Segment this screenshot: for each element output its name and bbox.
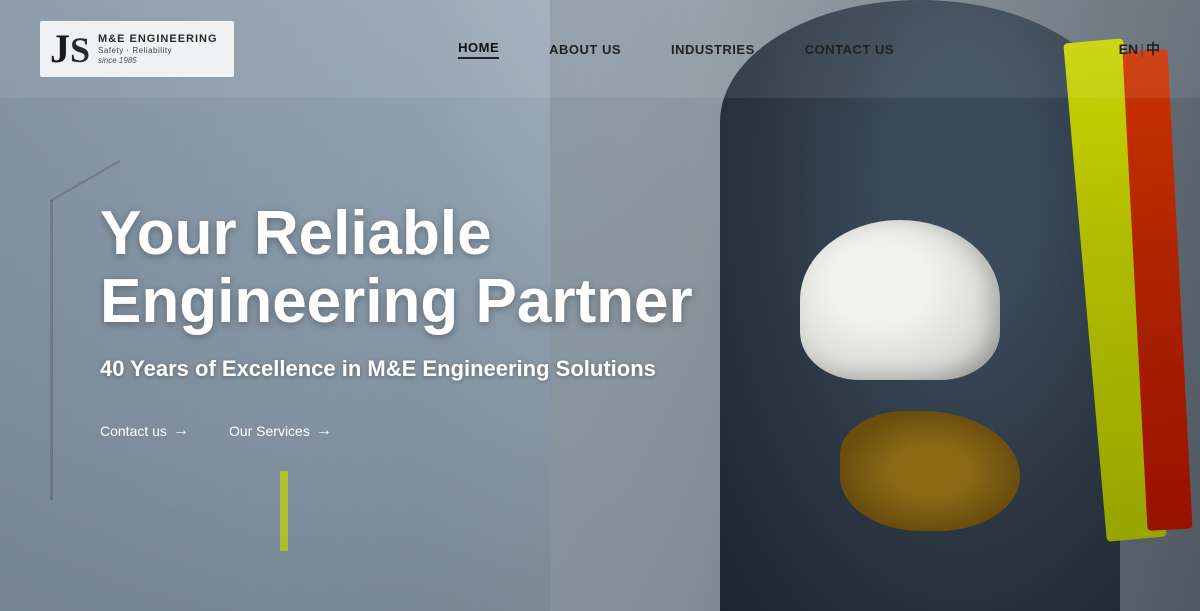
logo-since: since 1985 bbox=[98, 56, 218, 66]
crane-decoration bbox=[50, 200, 53, 500]
nav-industries[interactable]: INDUSTRIES bbox=[671, 42, 755, 57]
our-services-button[interactable]: Our Services → bbox=[229, 422, 332, 440]
logo-initials: JS bbox=[50, 29, 90, 69]
our-services-label: Our Services bbox=[229, 423, 310, 439]
contact-us-button[interactable]: Contact us → bbox=[100, 422, 189, 440]
logo: JS M&E ENGINEERING Safety · Reliability … bbox=[40, 21, 234, 77]
services-arrow-icon: → bbox=[316, 422, 332, 440]
contact-us-label: Contact us bbox=[100, 423, 167, 439]
nav-contact[interactable]: CONTACT US bbox=[805, 42, 894, 57]
hero-title: Your Reliable Engineering Partner bbox=[100, 200, 780, 336]
navbar: JS M&E ENGINEERING Safety · Reliability … bbox=[0, 0, 1200, 98]
nav-home[interactable]: HOME bbox=[458, 40, 499, 59]
logo-text: M&E ENGINEERING Safety · Reliability sin… bbox=[98, 33, 218, 65]
hero-content: Your Reliable Engineering Partner 40 Yea… bbox=[100, 200, 780, 440]
yellow-accent bbox=[280, 471, 288, 551]
hero-subtitle: 40 Years of Excellence in M&E Engineerin… bbox=[100, 356, 780, 382]
lang-en[interactable]: EN bbox=[1119, 41, 1138, 57]
logo-tagline: Safety · Reliability bbox=[98, 46, 218, 56]
lang-zh[interactable]: 中 bbox=[1146, 41, 1160, 57]
nav-links: HOME ABOUT US INDUSTRIES CONTACT US bbox=[458, 40, 894, 59]
logo-brand: M&E ENGINEERING bbox=[98, 33, 218, 46]
language-switcher: EN|中 bbox=[1119, 39, 1160, 59]
lang-divider: | bbox=[1140, 41, 1144, 57]
helmet bbox=[800, 220, 1000, 380]
nav-about[interactable]: ABOUT US bbox=[549, 42, 621, 57]
contact-arrow-icon: → bbox=[173, 422, 189, 440]
hero-buttons: Contact us → Our Services → bbox=[100, 422, 780, 440]
